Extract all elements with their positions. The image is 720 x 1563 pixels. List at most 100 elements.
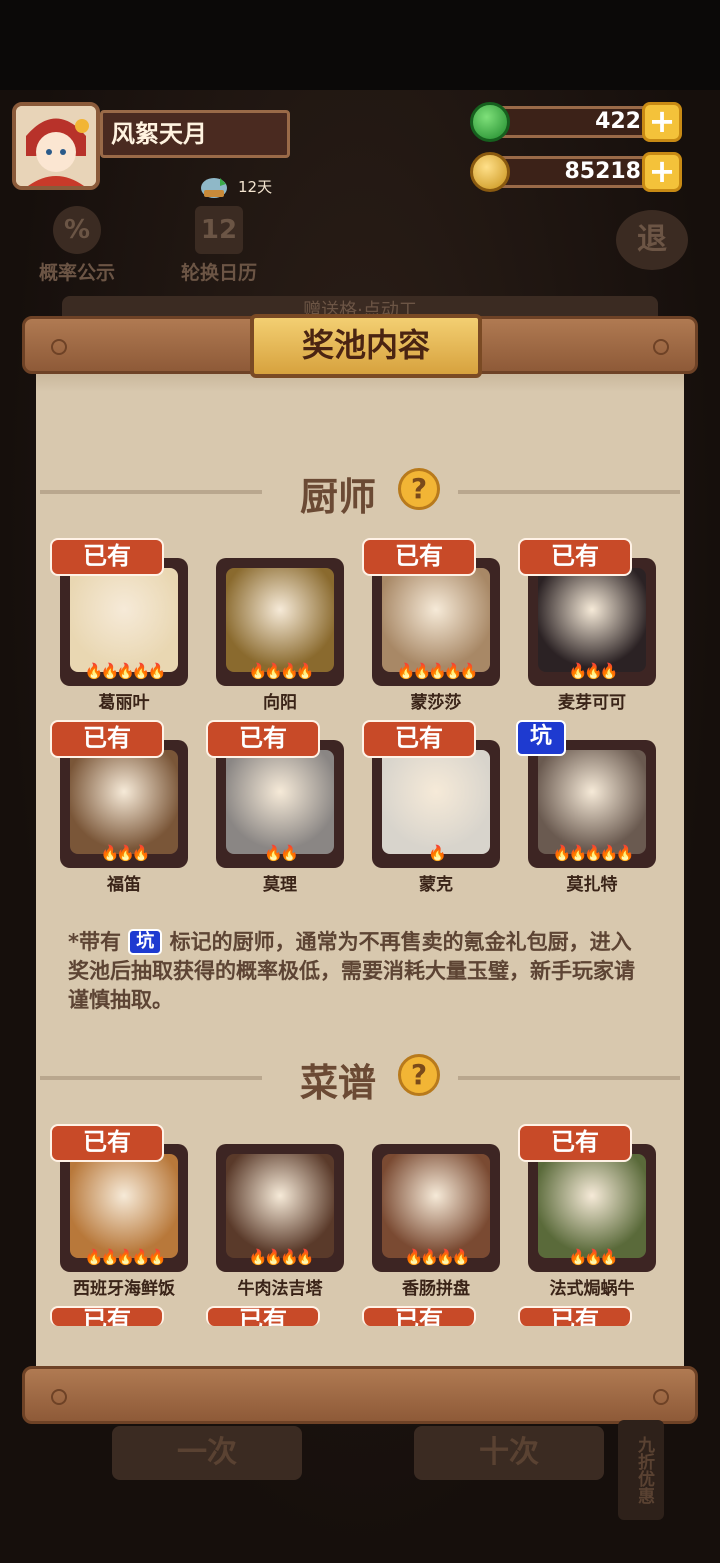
- owned-badge: 已有: [206, 720, 320, 758]
- flame-icon: 🔥: [264, 662, 283, 680]
- chefs-portrait-icon: [382, 568, 490, 672]
- coin-icon: [470, 152, 510, 192]
- discount-tag: 九折优惠: [618, 1420, 664, 1520]
- star-rating: 🔥🔥🔥: [528, 662, 656, 680]
- flame-icon: 🔥: [428, 844, 447, 862]
- recipes-portrait-icon: [226, 1154, 334, 1258]
- flame-icon: 🔥: [295, 1248, 315, 1266]
- chefs-portrait-icon: [70, 750, 178, 854]
- chefs-portrait-icon: [538, 750, 646, 854]
- chefs-card[interactable]: 🔥🔥🔥: [60, 740, 188, 868]
- owned-badge: 已有: [362, 1306, 476, 1326]
- chefs-card[interactable]: 🔥🔥🔥🔥: [216, 558, 344, 686]
- recipe-help-button[interactable]: ?: [398, 1054, 440, 1096]
- star-rating: 🔥🔥🔥🔥: [216, 1248, 344, 1266]
- flame-icon: 🔥: [436, 1248, 455, 1266]
- pit-inline-badge: 坑: [128, 929, 163, 955]
- probability-button[interactable]: % 概率公示: [30, 206, 124, 285]
- add-jade-button[interactable]: +: [642, 102, 682, 142]
- flame-icon: 🔥: [131, 844, 151, 862]
- flame-icon: 🔥: [568, 844, 587, 862]
- flame-icon: 🔥: [100, 662, 119, 680]
- draw-ten-button[interactable]: 十次: [414, 1426, 604, 1480]
- owned-badge: 已有: [362, 720, 476, 758]
- divider-right-2: [458, 1076, 680, 1080]
- flame-icon: 🔥: [584, 1248, 603, 1266]
- recipes-name: 西班牙海鲜饭: [73, 1279, 175, 1299]
- chef-help-button[interactable]: ?: [398, 468, 440, 510]
- coin-amount: 85218: [488, 156, 658, 188]
- chefs-portrait-icon: [226, 568, 334, 672]
- star-rating: 🔥🔥🔥🔥🔥: [60, 1248, 188, 1266]
- flame-icon: 🔥: [280, 844, 299, 862]
- star-rating: 🔥🔥🔥🔥: [372, 1248, 500, 1266]
- scroll-rod-bottom: [22, 1366, 698, 1424]
- recipes-name: 牛肉法吉塔: [237, 1279, 323, 1299]
- recipes-card[interactable]: 🔥🔥🔥: [528, 1144, 656, 1272]
- chefs-card[interactable]: 🔥🔥🔥: [528, 558, 656, 686]
- flame-icon: 🔥: [264, 1248, 283, 1266]
- hat-level-icon: [201, 178, 227, 198]
- chefs-card[interactable]: 🔥: [372, 740, 500, 868]
- flame-icon: 🔥: [396, 662, 416, 680]
- recipes-card[interactable]: 🔥🔥🔥🔥: [216, 1144, 344, 1272]
- flame-icon: 🔥: [459, 662, 479, 680]
- star-rating: 🔥🔥🔥🔥: [216, 662, 344, 680]
- exit-button[interactable]: 退: [616, 210, 688, 270]
- flame-icon: 🔥: [295, 662, 315, 680]
- divider-left: [40, 490, 262, 494]
- flame-icon: 🔥: [428, 662, 447, 680]
- owned-badge: 已有: [206, 1306, 320, 1326]
- chefs-card[interactable]: 🔥🔥: [216, 740, 344, 868]
- chefs-name: 莫扎特: [566, 875, 618, 895]
- percent-icon: %: [53, 206, 101, 254]
- owned-badge: 已有: [362, 538, 476, 576]
- chefs-name: 蒙莎莎: [410, 693, 462, 713]
- chefs-card[interactable]: 🔥🔥🔥🔥🔥: [528, 740, 656, 868]
- status-bar-area: [0, 0, 720, 90]
- flame-icon: 🔥: [84, 662, 104, 680]
- flame-icon: 🔥: [131, 662, 151, 680]
- flame-icon: 🔥: [248, 662, 268, 680]
- chefs-card[interactable]: 🔥🔥🔥🔥🔥: [60, 558, 188, 686]
- flame-icon: 🔥: [116, 1248, 135, 1266]
- recipes-card[interactable]: 🔥🔥🔥🔥🔥: [60, 1144, 188, 1272]
- flame-icon: 🔥: [412, 662, 431, 680]
- flame-icon: 🔥: [131, 1248, 151, 1266]
- star-rating: 🔥🔥: [216, 844, 344, 862]
- recipes-portrait-icon: [382, 1154, 490, 1258]
- owned-badge: 已有: [50, 1124, 164, 1162]
- add-coin-button[interactable]: +: [642, 152, 682, 192]
- panel-footer: [36, 1326, 684, 1370]
- owned-badge: 已有: [518, 1306, 632, 1326]
- flame-icon: 🔥: [100, 1248, 119, 1266]
- star-rating: 🔥🔥🔥🔥🔥: [528, 844, 656, 862]
- recipes-card[interactable]: 🔥🔥🔥🔥: [372, 1144, 500, 1272]
- star-rating: 🔥: [372, 844, 500, 862]
- star-rating: 🔥🔥🔥🔥🔥: [372, 662, 500, 680]
- chefs-name: 福笛: [107, 875, 141, 895]
- rotation-calendar-button[interactable]: 12 轮换日历: [172, 206, 266, 285]
- flame-icon: 🔥: [116, 844, 135, 862]
- chefs-card[interactable]: 🔥🔥🔥🔥🔥: [372, 558, 500, 686]
- probability-label: 概率公示: [38, 262, 115, 284]
- flame-icon: 🔥: [599, 1248, 619, 1266]
- level-indicator: 12天: [198, 172, 272, 200]
- rotation-label: 轮换日历: [180, 262, 257, 284]
- chefs-portrait-icon: [70, 568, 178, 672]
- chefs-name: 麦芽可可: [558, 693, 626, 713]
- recipes-portrait-icon: [70, 1154, 178, 1258]
- pit-badge: 坑: [516, 720, 566, 756]
- chefs-portrait-icon: [538, 568, 646, 672]
- owned-badge: 已有: [50, 1306, 164, 1326]
- avatar[interactable]: [12, 102, 100, 190]
- flame-icon: 🔥: [84, 1248, 104, 1266]
- flame-icon: 🔥: [404, 1248, 424, 1266]
- divider-right: [458, 490, 680, 494]
- avatar-portrait-icon: [16, 106, 96, 186]
- draw-one-button[interactable]: 一次: [112, 1426, 302, 1480]
- pit-note: *带有 坑 标记的厨师，通常为不再售卖的氪金礼包厨，进入奖池后抽取获得的概率极低…: [68, 928, 648, 1015]
- flame-icon: 🔥: [552, 844, 572, 862]
- flame-icon: 🔥: [248, 1248, 268, 1266]
- jade-icon: [470, 102, 510, 142]
